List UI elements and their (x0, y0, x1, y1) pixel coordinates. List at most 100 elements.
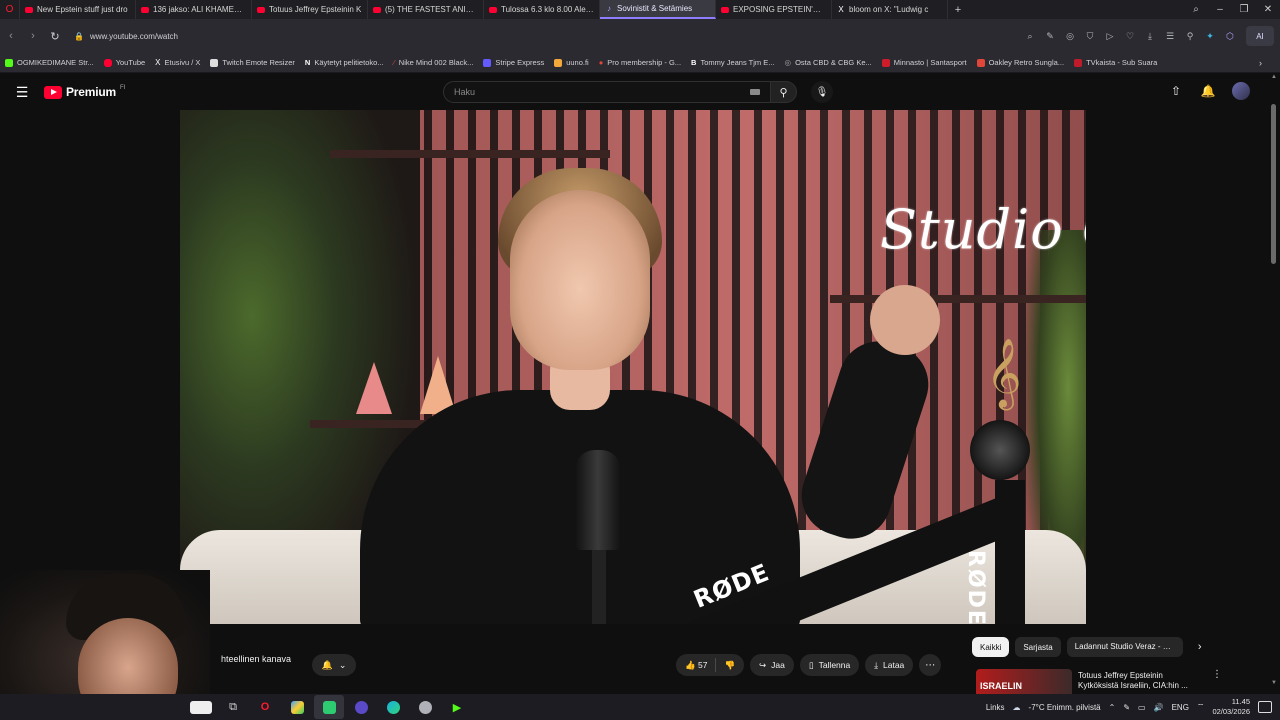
bookmark-6[interactable]: Stripe Express (478, 58, 549, 67)
bookmark-0[interactable]: OGMIKEDIMANE Str... (0, 58, 99, 67)
tab-6[interactable]: EXPOSING EPSTEIN'S ZOR (716, 0, 832, 19)
reload-icon[interactable]: ↻ (44, 30, 66, 43)
links-label[interactable]: Links (986, 703, 1005, 712)
taskbar-app-colorful[interactable] (282, 695, 312, 719)
globe-icon: ◎ (784, 58, 792, 67)
tab-7[interactable]: Xbloom on X: "Ludwig c (832, 0, 948, 19)
bookmark-label: Stripe Express (495, 58, 545, 67)
tab-5-active[interactable]: ♪ Sovinistit & Setämies (600, 0, 716, 19)
edit-icon[interactable]: ✎ (1040, 31, 1060, 42)
chip-all[interactable]: Kaikki (972, 637, 1010, 657)
taskbar-task-view[interactable]: ⧉ (218, 695, 248, 719)
taskbar-app-blank[interactable] (186, 695, 216, 719)
maximize-icon[interactable]: ❐ (1232, 4, 1256, 15)
language-label[interactable]: ENG (1172, 703, 1189, 712)
extensions-icon[interactable]: ⬡ (1220, 31, 1240, 42)
taskbar-app-obs[interactable] (346, 695, 376, 719)
bookmark-9[interactable]: B Tommy Jeans Tjm E... (686, 58, 779, 67)
minimize-icon[interactable]: – (1208, 4, 1232, 15)
mic-boom-post (995, 480, 1025, 624)
bookmark-5[interactable]: ⁄ Nike Mind 002 Black... (389, 58, 479, 67)
extension-icon[interactable]: ✦ (1200, 31, 1220, 42)
tab-2[interactable]: Totuus Jeffrey Epsteinin K (252, 0, 368, 19)
tab-0[interactable]: New Epstein stuff just dro (20, 0, 136, 19)
bookmark-13[interactable]: TVkaista - Sub Suara (1069, 58, 1162, 67)
bookmark-1[interactable]: YouTube (99, 58, 150, 67)
player-icon[interactable]: ▷ (1100, 31, 1120, 42)
bookmark-label: uuno.fi (566, 58, 589, 67)
bookmark-12[interactable]: Oakley Retro Sungla... (972, 58, 1069, 67)
thumbs-up-icon: 👍 (685, 659, 696, 670)
bookmark-11[interactable]: Minnasto | Santasport (877, 58, 972, 67)
video-actions: 👍 57 👎 ↪ Jaa ▯ Tallenna ⤓ Lataa ⋯ (676, 654, 942, 676)
bookmark-8[interactable]: ● Pro membership - G... (594, 58, 686, 67)
chevron-up-icon[interactable]: ⌃ (1109, 703, 1116, 712)
tab-search-icon[interactable]: ⌕ (1184, 4, 1208, 15)
search-icon[interactable]: ⌕ (1020, 31, 1040, 42)
notification-icon[interactable] (1258, 701, 1272, 713)
save-button[interactable]: ▯ Tallenna (799, 654, 860, 676)
bookmark-2[interactable]: X Etusivu / X (150, 58, 205, 67)
profile-icon[interactable]: ⚲ (1180, 31, 1200, 42)
taskbar-app-green[interactable] (314, 695, 344, 719)
pen-icon[interactable]: ✎ (1123, 703, 1130, 712)
menu-list-icon[interactable]: ☰ (1160, 31, 1180, 42)
tab-1[interactable]: 136 jakso: ALI KHAMENEI (136, 0, 252, 19)
voice-search-button[interactable]: 🎙 (811, 81, 833, 103)
hamburger-menu-icon[interactable]: ☰ (0, 84, 44, 101)
shield-icon[interactable]: ⛉ (1080, 31, 1100, 42)
chip-uploaded-by[interactable]: Ladannut Studio Veraz - Suo (1066, 637, 1183, 657)
url-field[interactable]: 🔒 www.youtube.com/watch (74, 25, 1020, 47)
subscription-bell-button[interactable]: 🔔 ⌄ (312, 654, 356, 676)
youtube-icon (489, 6, 497, 13)
youtube-logo[interactable]: Premium FI (44, 85, 125, 99)
video-player[interactable]: 𝄞 Studio C RØDE RØDE (180, 110, 1086, 624)
share-button[interactable]: ↪ Jaa (750, 654, 794, 676)
keyboard-icon[interactable] (750, 89, 760, 95)
browser-menu-button[interactable]: O (0, 0, 20, 19)
search-button[interactable]: ⚲ (771, 81, 797, 103)
search-input[interactable]: Haku (443, 81, 771, 103)
chip-from-series[interactable]: Sarjasta (1015, 637, 1061, 657)
taskbar-app-play[interactable]: ▶ (442, 695, 472, 719)
avatar[interactable] (1232, 82, 1250, 100)
dislike-button[interactable]: 👎 (724, 660, 735, 671)
clock[interactable]: 11.45 02/03/2026 (1212, 697, 1250, 717)
network-icon[interactable]: ▭ (1138, 703, 1146, 712)
taskbar-edge[interactable] (378, 695, 408, 719)
scroll-up-arrow-icon[interactable]: ▲ (1271, 74, 1277, 80)
snapshot-icon[interactable]: ◎ (1060, 31, 1080, 42)
bookmark-label: Käytetyt pelitietoko... (314, 58, 384, 67)
scrollbar-thumb[interactable] (1271, 104, 1276, 264)
new-tab-button[interactable]: + (948, 4, 968, 16)
chevron-right-icon[interactable]: › (1259, 58, 1262, 68)
scroll-down-arrow-icon[interactable]: ▼ (1271, 680, 1277, 686)
recommended-thumbnail[interactable]: ISRAELIN (976, 669, 1072, 697)
back-icon[interactable]: ‹ (0, 30, 22, 42)
volume-icon[interactable]: 🔊 (1154, 703, 1164, 712)
close-icon[interactable]: ✕ (1256, 4, 1280, 15)
bell-icon[interactable]: 🔔 (1200, 84, 1216, 98)
download-button[interactable]: ⤓ Lataa (865, 654, 914, 676)
bookmark-4[interactable]: N Käytetyt pelitietoko... (300, 58, 389, 67)
heart-icon[interactable]: ♡ (1120, 31, 1140, 42)
bookmark-7[interactable]: uuno.fi (549, 58, 594, 67)
weather-label[interactable]: -7°C Enimm. pilvistä (1029, 703, 1101, 712)
page-scrollbar[interactable]: ▲ ▼ (1271, 74, 1277, 686)
forward-icon[interactable]: › (22, 30, 44, 42)
taskbar-opera[interactable]: O (250, 695, 280, 719)
more-actions-button[interactable]: ⋯ (919, 654, 942, 676)
tab-4[interactable]: Tulossa 6.3 klo 8.00 Aleksi (484, 0, 600, 19)
channel-label[interactable]: hteellinen kanava (221, 654, 291, 664)
chevron-right-icon[interactable]: › (1189, 641, 1211, 653)
tab-3[interactable]: (5) THE FASTEST ANIMATI (368, 0, 484, 19)
upload-icon[interactable]: ⇧ (1168, 84, 1184, 98)
like-button[interactable]: 👍 57 (685, 660, 707, 671)
ai-button[interactable]: AI (1246, 26, 1274, 46)
wifi-icon[interactable]: ⌔ (1197, 702, 1205, 712)
bookmark-3[interactable]: Twitch Emote Resizer (205, 58, 300, 67)
kick-icon (5, 58, 13, 67)
download-icon[interactable]: ⤓ (1140, 31, 1160, 42)
taskbar-app-gray[interactable] (410, 695, 440, 719)
bookmark-10[interactable]: ◎ Osta CBD & CBG Ke... (780, 58, 877, 67)
